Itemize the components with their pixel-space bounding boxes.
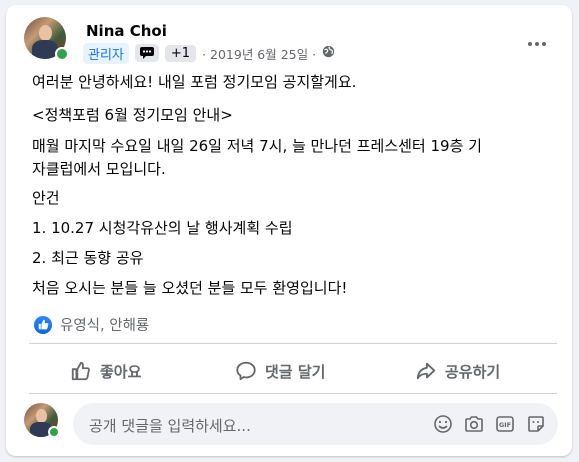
- post-meta: 관리자 +1 · 2019년 6월 25일 ·: [83, 42, 335, 64]
- like-label: 좋아요: [100, 362, 142, 381]
- post-line-3: 매월 마지막 수요일 내일 26일 저녁 7시, 늘 만나던 프레스센터 19층…: [32, 137, 482, 155]
- divider-bottom: [29, 393, 557, 394]
- post-line-1: 여러분 안녕하세요! 내일 포럼 정기모임 공지할게요.: [32, 73, 357, 91]
- chat-badge-icon[interactable]: [134, 44, 159, 62]
- post-line-8: 처음 오시는 분들 늘 오셨던 분들 모두 환영입니다!: [32, 279, 348, 297]
- post-line-5: 안건: [32, 189, 60, 207]
- admin-badge[interactable]: 관리자: [83, 42, 129, 64]
- viewer-online-dot: [48, 426, 60, 438]
- sticker-icon[interactable]: [526, 414, 546, 434]
- camera-icon[interactable]: [464, 414, 484, 434]
- comment-button[interactable]: 댓글 달기: [235, 351, 325, 391]
- globe-icon: [322, 45, 335, 61]
- comment-icon: [236, 361, 256, 381]
- like-reaction-icon: [34, 315, 52, 334]
- post-line-4: 자클럽에서 모입니다.: [32, 160, 166, 178]
- share-icon: [416, 362, 436, 380]
- share-label: 공유하기: [445, 362, 501, 381]
- online-status-dot: [55, 47, 69, 61]
- emoji-icon[interactable]: [433, 414, 453, 434]
- reactor-names[interactable]: 유영식, 안해룡: [60, 314, 149, 335]
- comment-placeholder: 공개 댓글을 입력하세요...: [89, 417, 251, 435]
- like-button[interactable]: 좋아요: [70, 351, 141, 391]
- post-date[interactable]: · 2019년 6월 25일 ·: [202, 44, 316, 63]
- gif-icon[interactable]: GIF: [495, 414, 515, 434]
- divider-top: [29, 343, 557, 344]
- post-line-2: <정책포럼 6월 정기모임 안내>: [32, 106, 233, 124]
- author-name[interactable]: Nina Choi: [86, 22, 167, 40]
- post-card: Nina Choi 관리자 +1 · 2019년 6월 25일 · 여러분 안녕…: [6, 5, 572, 456]
- reaction-summary[interactable]: 유영식, 안해룡: [34, 314, 149, 335]
- more-options-icon[interactable]: [522, 39, 552, 49]
- more-badges[interactable]: +1: [164, 44, 197, 62]
- share-button[interactable]: 공유하기: [415, 351, 500, 391]
- post-line-6: 1. 10.27 시청각유산의 날 행사계획 수립: [32, 219, 293, 237]
- post-line-7: 2. 최근 동향 공유: [32, 249, 144, 267]
- comment-label: 댓글 달기: [265, 362, 326, 381]
- svg-text:GIF: GIF: [499, 421, 511, 429]
- thumbs-up-icon: [71, 361, 90, 381]
- comment-input[interactable]: 공개 댓글을 입력하세요... GIF: [73, 403, 558, 445]
